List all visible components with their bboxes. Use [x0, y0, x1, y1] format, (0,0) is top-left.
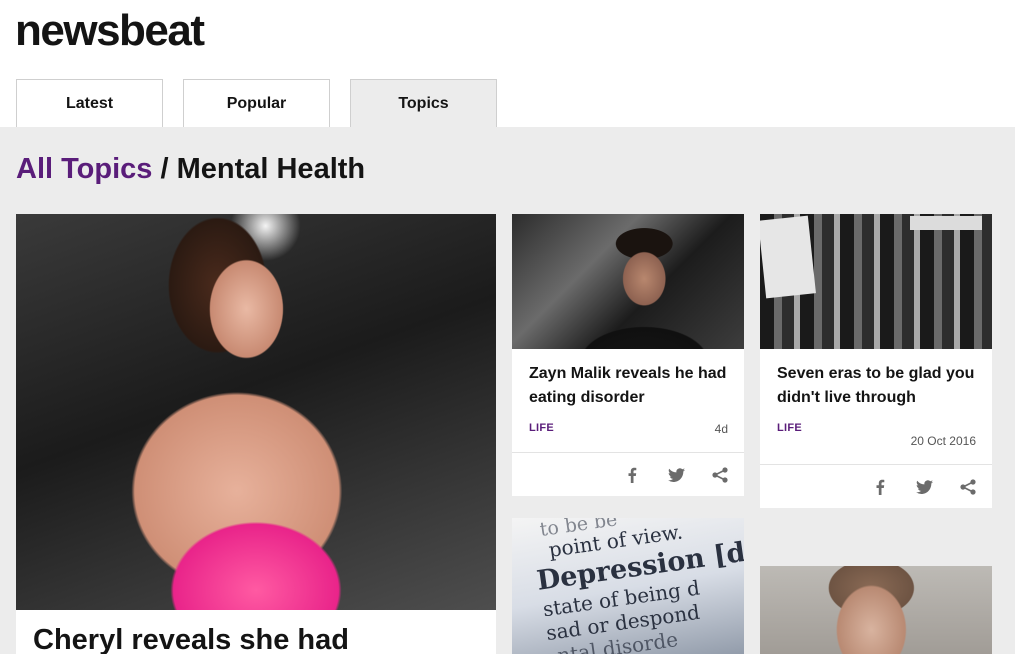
share-icon[interactable] — [958, 477, 978, 497]
protest-sign — [760, 215, 816, 299]
featured-story-card[interactable]: Cheryl reveals she had — [16, 214, 496, 654]
share-icon[interactable] — [710, 465, 730, 485]
facebook-icon[interactable] — [622, 465, 642, 485]
story-tag-zayn[interactable]: LIFE — [529, 422, 554, 434]
story-image-zayn[interactable] — [512, 214, 744, 349]
tab-popular[interactable]: Popular — [183, 79, 330, 127]
card-divider — [760, 464, 992, 465]
breadcrumb-all-topics-link[interactable]: All Topics — [16, 153, 152, 185]
protest-banner — [910, 216, 982, 230]
topic-page: All Topics / Mental Health Cheryl reveal… — [0, 127, 1015, 654]
story-title-zayn[interactable]: Zayn Malik reveals he had eating disorde… — [529, 362, 735, 410]
card-divider — [512, 452, 744, 453]
story-card-eras[interactable]: Seven eras to be glad you didn't live th… — [760, 214, 992, 508]
story-title-eras[interactable]: Seven eras to be glad you didn't live th… — [777, 362, 983, 410]
site-header: newsbeat Latest Popular Topics — [0, 0, 1015, 127]
story-card-depression[interactable]: to be be point of view. Depression [dɪ s… — [512, 518, 744, 654]
breadcrumb-separator: / — [152, 153, 177, 185]
story-card-portrait[interactable] — [760, 566, 992, 654]
featured-story-image[interactable] — [16, 214, 496, 610]
twitter-icon[interactable] — [914, 477, 934, 497]
tab-topics[interactable]: Topics — [350, 79, 497, 127]
breadcrumb-current: Mental Health — [176, 153, 366, 185]
story-image-depression[interactable]: to be be point of view. Depression [dɪ s… — [512, 518, 744, 654]
story-tag-eras[interactable]: LIFE — [777, 422, 802, 434]
story-image-eras[interactable] — [760, 214, 992, 349]
newsbeat-logo[interactable]: newsbeat — [15, 6, 205, 56]
tab-latest[interactable]: Latest — [16, 79, 163, 127]
facebook-icon[interactable] — [870, 477, 890, 497]
breadcrumb: All Topics / Mental Health — [16, 153, 365, 186]
story-image-portrait[interactable] — [760, 566, 992, 654]
featured-story-title[interactable]: Cheryl reveals she had — [33, 624, 349, 654]
story-card-zayn[interactable]: Zayn Malik reveals he had eating disorde… — [512, 214, 744, 496]
story-time-zayn: 4d — [714, 422, 728, 436]
twitter-icon[interactable] — [666, 465, 686, 485]
story-time-eras: 20 Oct 2016 — [910, 434, 976, 448]
